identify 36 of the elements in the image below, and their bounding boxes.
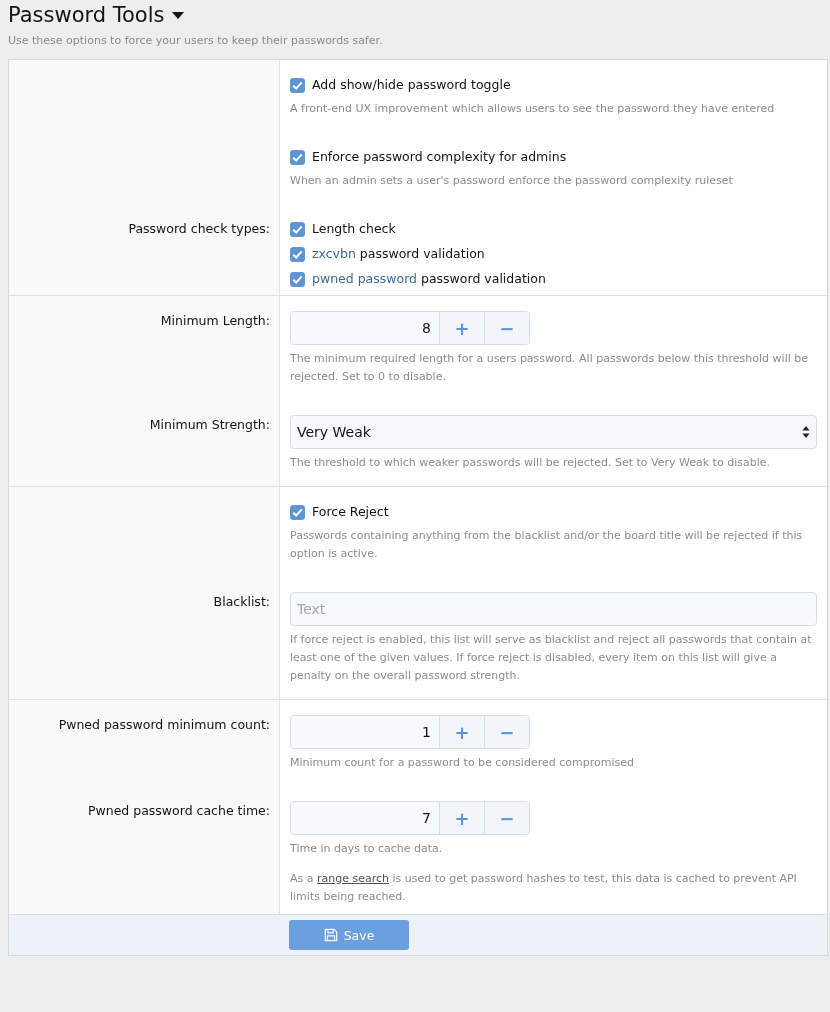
checkbox[interactable] <box>290 504 305 520</box>
checkbox-label[interactable]: zxcvbn password validation <box>312 244 485 264</box>
select-dropdown[interactable]: Very Weak <box>290 415 817 449</box>
hint-text: When an admin sets a user's password enforce the password complexity ruleset <box>290 173 734 189</box>
checkbox[interactable] <box>290 221 305 237</box>
checkbox-label[interactable]: pwned password password validation <box>312 269 546 289</box>
hint-text: Time in days to cache data. <box>290 841 444 857</box>
link[interactable]: zxcvbn <box>312 246 356 261</box>
checkbox[interactable] <box>290 246 305 262</box>
checkbox[interactable] <box>290 271 305 287</box>
field-label: Password check types: <box>128 220 270 238</box>
hint-text: If force reject is enabled, this list will serve as blacklist and reject all passwords that contain at least one of the given values. If force reject is disabled, every item on this list will give a penalty on the overall password strength. <box>290 632 813 684</box>
caret-icon[interactable] <box>171 11 184 19</box>
field-label: Minimum Length: <box>160 312 270 330</box>
hint-text: The threshold to which weaker passwords will be rejected. Set to Very Weak to disable. <box>290 455 771 471</box>
hint-text: Passwords containing anything from the blacklist and/or the board title will be rejected if this option is active. <box>290 528 804 562</box>
field-label: Minimum Strength: <box>149 416 270 434</box>
checkbox[interactable] <box>290 149 305 165</box>
link[interactable]: range search <box>317 872 390 885</box>
page-description: Use these options to force your users to keep their passwords safer. <box>8 34 384 47</box>
field-label: Pwned password cache time: <box>87 802 270 820</box>
link[interactable]: pwned password <box>312 271 418 286</box>
checkbox-label[interactable]: Enforce password complexity for admins <box>312 147 567 167</box>
checkbox-label[interactable]: Add show/hide password toggle <box>312 75 511 95</box>
hint-text: As a range search is used to get password hashes to test, this data is cached to prevent API limits being reached. <box>290 871 798 905</box>
checkbox-label[interactable]: Force Reject <box>312 502 389 522</box>
page-title: Password Tools <box>8 2 165 29</box>
checkbox[interactable] <box>290 77 305 93</box>
checkbox-label[interactable]: Length check <box>312 219 396 239</box>
text-input[interactable]: Text <box>290 592 817 626</box>
hint-text: Minimum count for a password to be considered compromised <box>290 755 635 771</box>
hint-text: A front-end UX improvement which allows users to see the password they have entered <box>290 101 776 117</box>
hint-text: The minimum required length for a users password. All passwords below this threshold will be rejected. Set to 0 to disable. <box>290 351 809 385</box>
field-label: Pwned password minimum count: <box>58 716 270 734</box>
sort-arrows-icon <box>802 425 810 439</box>
field-label: Blacklist: <box>213 593 270 611</box>
